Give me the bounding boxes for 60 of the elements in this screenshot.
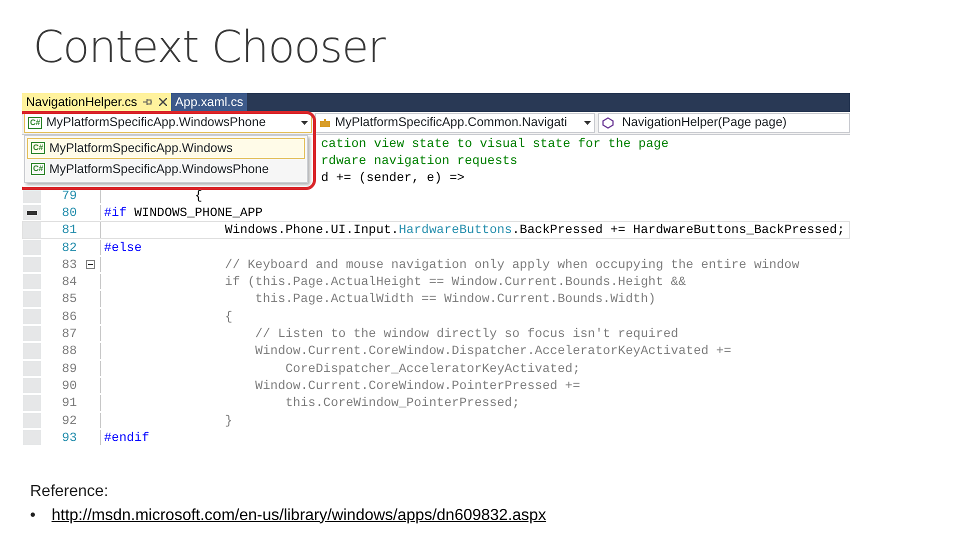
project-dropdown[interactable]: C# MyPlatformSpecificApp.WindowsPhone <box>24 112 312 133</box>
tab-label: NavigationHelper.cs <box>26 94 138 111</box>
code-line: CoreDispatcher_AcceleratorKeyActivated; <box>284 360 580 376</box>
pin-icon <box>143 98 154 106</box>
csharp-icon: C# <box>31 142 46 154</box>
bullet: • <box>30 506 36 526</box>
close-icon <box>159 98 168 106</box>
line-number: 88 <box>62 344 77 358</box>
tab-label: App.xaml.cs <box>175 94 244 111</box>
code-line: this.CoreWindow_PointerPressed; <box>284 395 520 411</box>
class-icon <box>319 118 331 128</box>
line-number: 91 <box>62 396 77 410</box>
code-line: // Listen to the window directly so focus isn't required <box>254 326 678 342</box>
combo-value: MyPlatformSpecificApp.WindowsPhone <box>46 114 267 132</box>
code-line: rdware navigation requests <box>320 153 518 168</box>
line-number: 90 <box>62 378 77 393</box>
caret-icon <box>584 120 591 125</box>
code-line: Window.Current.CoreWindow.Dispatcher.AcceleratorKeyActivated += <box>254 343 732 359</box>
csharp-icon: C# <box>28 116 42 129</box>
line-number: 85 <box>62 292 77 306</box>
file-tab[interactable]: App.xaml.cs <box>171 92 248 112</box>
type-dropdown[interactable]: MyPlatformSpecificApp.Common.Navigati <box>315 112 595 133</box>
method-icon <box>602 116 614 129</box>
code-line: cation view state to visual state for the page <box>320 136 669 152</box>
code-line: // Keyboard and mouse navigation only apply when occupying the entire window <box>224 256 800 272</box>
dropdown-item[interactable]: C# MyPlatformSpecificApp.WindowsPhone <box>27 158 305 180</box>
line-number: 89 <box>62 362 77 376</box>
item-label: MyPlatformSpecificApp.WindowsPhone <box>49 160 269 178</box>
line-number: 84 <box>62 275 77 290</box>
code-line: #else <box>103 240 142 255</box>
line-number: 83 <box>62 258 77 272</box>
caret-icon <box>301 120 308 125</box>
code-line: #endif <box>103 430 150 445</box>
item-label: MyPlatformSpecificApp.Windows <box>49 140 233 157</box>
line-number: 93 <box>62 430 77 445</box>
file-tab[interactable]: NavigationHelper.cs <box>22 92 172 112</box>
line-number: 79 <box>62 188 77 203</box>
reference-label: Reference: <box>30 482 110 502</box>
combo-value: MyPlatformSpecificApp.Common.Navigati <box>335 114 568 132</box>
code-line: d += (sender, e) => <box>320 170 465 186</box>
line-number: 82 <box>62 240 77 255</box>
member-dropdown[interactable]: NavigationHelper(Page page) <box>598 112 850 133</box>
csharp-icon: C# <box>31 163 46 176</box>
code-line: Window.Current.CoreWindow.PointerPressed += <box>254 378 580 394</box>
line-number: 86 <box>62 310 77 324</box>
dropdown-item[interactable]: C# MyPlatformSpecificApp.Windows <box>27 138 305 159</box>
code-line: Windows.Phone.UI.Input.HardwareButtons.BackPressed += HardwareButtons_BackPressed; <box>224 222 845 238</box>
code-line: { <box>224 308 232 324</box>
combo-value: NavigationHelper(Page page) <box>622 114 787 132</box>
line-number: 81 <box>62 223 77 238</box>
code-line: } <box>224 412 232 428</box>
line-number: 87 <box>62 327 77 342</box>
reference-link[interactable]: http://msdn.microsoft.com/en-us/library/windows/apps/dn609832.aspx <box>52 504 546 528</box>
code-line: if (this.Page.ActualHeight == Window.Current.Bounds.Height && <box>224 274 686 290</box>
code-line: #if WINDOWS_PHONE_APP <box>103 204 263 220</box>
code-line: this.Page.ActualWidth == Window.Current.Bounds.Width) <box>254 291 656 307</box>
slide-title: Context Chooser <box>33 22 385 75</box>
line-number: 92 <box>62 414 77 428</box>
code-line: { <box>194 188 202 203</box>
line-number: 80 <box>62 206 77 220</box>
